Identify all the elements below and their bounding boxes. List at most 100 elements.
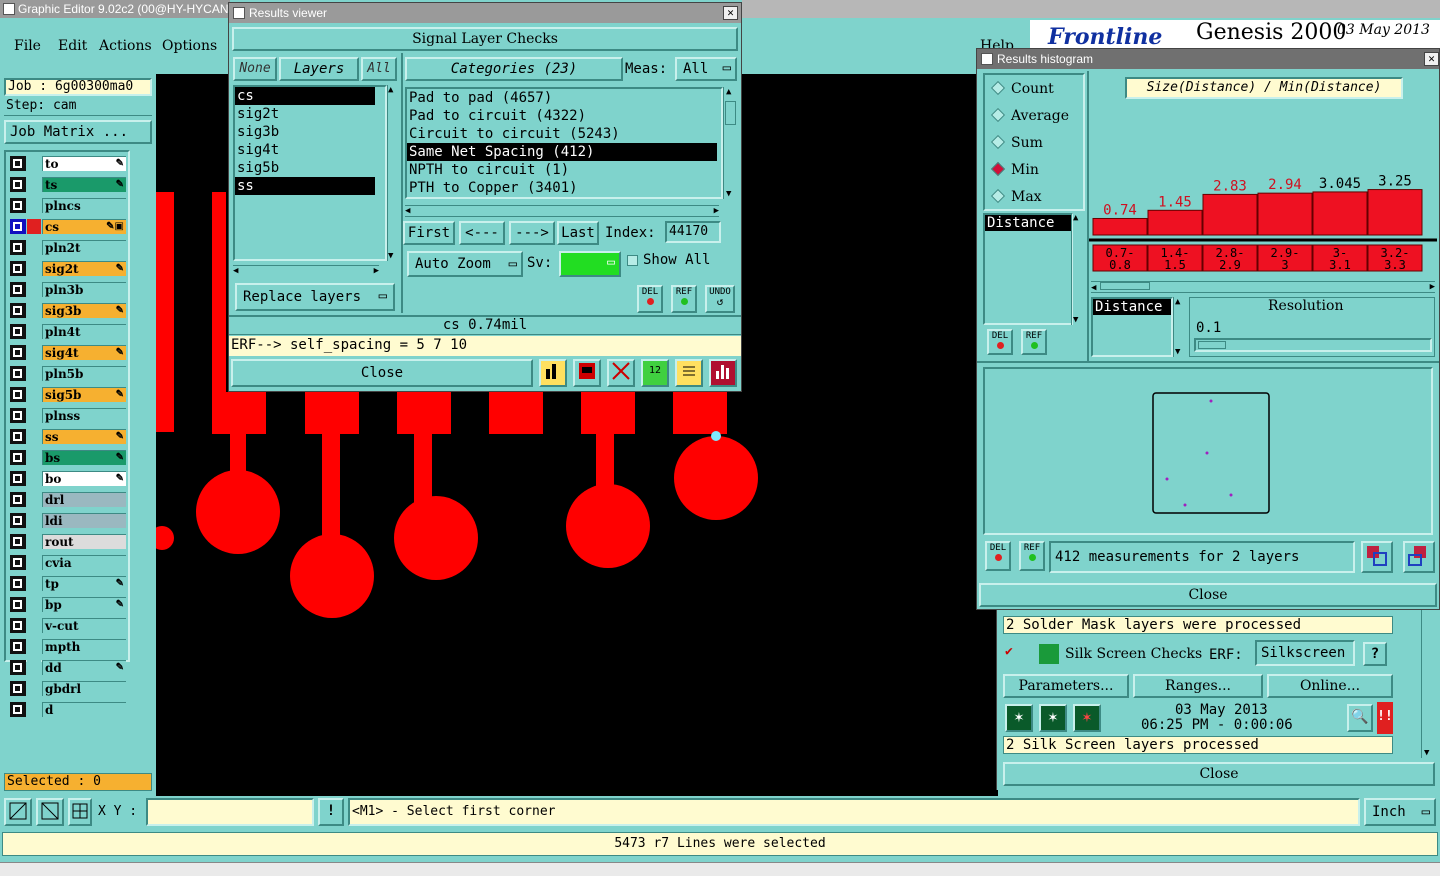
result-layer-item[interactable]: ss <box>235 177 375 195</box>
layer-row-sig4t[interactable]: sig4t ✎ <box>10 345 126 360</box>
histogram-ref-button[interactable]: REF <box>1021 329 1047 355</box>
layer-row-bo[interactable]: bo ✎ <box>10 471 126 486</box>
layer-row-plncs[interactable]: plncs <box>10 198 126 213</box>
layer-row-cvia[interactable]: cvia <box>10 555 126 570</box>
layer-checkbox[interactable] <box>10 156 26 171</box>
mode-radio-max[interactable]: Max <box>990 188 1042 205</box>
delete-results-button[interactable]: DEL <box>637 285 663 313</box>
alert-toggle-icon[interactable]: ! <box>318 798 344 826</box>
category-item[interactable]: NPTH to circuit (1) <box>407 161 721 179</box>
layer-row-ss[interactable]: ss ✎ <box>10 429 126 444</box>
mode-radio-average[interactable]: Average <box>990 107 1069 124</box>
run-stop-icon[interactable]: ✶ <box>1073 704 1101 732</box>
first-button[interactable]: First <box>403 221 455 245</box>
histogram-del-button[interactable]: DEL <box>987 329 1013 355</box>
mode-radio-sum[interactable]: Sum <box>990 134 1043 151</box>
layer-checkbox[interactable] <box>10 681 26 696</box>
measure-icon[interactable] <box>36 798 64 826</box>
none-button[interactable]: None <box>233 57 277 81</box>
resolution-slider[interactable] <box>1194 338 1432 352</box>
ranges-button[interactable]: Ranges... <box>1133 674 1263 698</box>
layer-row-sig2t[interactable]: sig2t ✎ <box>10 261 126 276</box>
category-item[interactable]: Circuit to circuit (5243) <box>407 125 721 143</box>
category-item[interactable]: PTH to Copper (3401) <box>407 179 721 197</box>
layer-checkbox[interactable] <box>10 303 26 318</box>
histogram-hscroll[interactable]: ◀ ▶ <box>1091 281 1435 293</box>
layer-row-pln4t[interactable]: pln4t <box>10 324 126 339</box>
layer-row-tp[interactable]: tp ✎ <box>10 576 126 591</box>
layer-checkbox[interactable] <box>10 597 26 612</box>
layer-checkbox[interactable] <box>10 534 26 549</box>
show-all-checkbox[interactable] <box>627 255 638 266</box>
categories-button[interactable]: Categories (23) <box>405 57 623 81</box>
alert-icon[interactable]: !! <box>1377 702 1393 734</box>
notes-icon[interactable] <box>675 359 703 387</box>
parameters-button[interactable]: Parameters... <box>1003 674 1129 698</box>
layer-checkbox[interactable] <box>10 639 26 654</box>
layer-row-ts[interactable]: ts ✎ <box>10 177 126 192</box>
units-dropdown[interactable]: Inch ▭ <box>1364 798 1436 826</box>
import-icon[interactable] <box>1403 541 1435 573</box>
prev-button[interactable]: <--- <box>459 221 505 245</box>
layer-row-plnss[interactable]: plnss <box>10 408 126 423</box>
grid-icon[interactable] <box>68 798 92 826</box>
layer-checkbox[interactable] <box>10 282 26 297</box>
category-vscroll[interactable]: ▲ ▼ <box>723 87 737 199</box>
param-list-vscroll[interactable]: ▲ ▼ <box>1071 213 1083 325</box>
layer-row-cs[interactable]: cs ✎▣ <box>10 219 126 234</box>
layer-checkbox[interactable] <box>10 471 26 486</box>
clear-icon[interactable] <box>607 359 635 387</box>
layer-checkbox[interactable] <box>10 261 26 276</box>
checklist-close-button[interactable]: Close <box>1003 762 1435 786</box>
layer-row-rout[interactable]: rout <box>10 534 126 549</box>
mode-radio-count[interactable]: Count <box>990 80 1054 97</box>
layer-checkbox[interactable] <box>10 240 26 255</box>
silk-check-toggle[interactable]: ✔ <box>1005 644 1019 659</box>
export-icon[interactable] <box>1361 541 1393 573</box>
histogram-close-icon[interactable]: ✕ <box>1424 52 1439 66</box>
category-hscroll[interactable]: ◀ ▶ <box>405 205 719 217</box>
layer-checkbox[interactable] <box>10 513 26 528</box>
erf-input[interactable]: Silkscreen <box>1255 640 1355 666</box>
layer-checkbox[interactable] <box>10 555 26 570</box>
bar-graph-icon[interactable] <box>539 359 567 387</box>
layer-list-hscroll[interactable]: ◀ ▶ <box>233 265 379 277</box>
param-list-item[interactable]: Distance <box>985 215 1071 231</box>
layer-checkbox[interactable] <box>10 219 26 234</box>
resolution-param-list[interactable]: Distance <box>1091 297 1173 357</box>
report-icon[interactable] <box>573 359 601 387</box>
layer-row-mpth[interactable]: mpth <box>10 639 126 654</box>
online-button[interactable]: Online... <box>1267 674 1393 698</box>
checklist-vscroll[interactable]: ▼ <box>1421 608 1435 758</box>
layer-row-ldi[interactable]: ldi <box>10 513 126 528</box>
results-viewer-close-icon[interactable]: ✕ <box>723 6 738 20</box>
layer-checkbox[interactable] <box>10 702 26 717</box>
category-item[interactable]: Pad to circuit (4322) <box>407 107 721 125</box>
run-check-icon[interactable]: ✶ <box>1005 704 1033 732</box>
layers-button[interactable]: Layers <box>279 57 359 81</box>
all-layers-button[interactable]: All <box>361 57 397 81</box>
result-layer-item[interactable]: sig5b <box>235 159 375 177</box>
layer-row-pln2t[interactable]: pln2t <box>10 240 126 255</box>
last-button[interactable]: Last <box>557 221 599 245</box>
layer-checkbox[interactable] <box>10 324 26 339</box>
layer-row-drl[interactable]: drl <box>10 492 126 507</box>
undo-button[interactable]: UNDO ↺ <box>705 285 735 313</box>
layer-checkbox[interactable] <box>10 198 26 213</box>
job-matrix-button[interactable]: Job Matrix ... <box>4 120 152 144</box>
layer-row-bp[interactable]: bp ✎ <box>10 597 126 612</box>
zoom-icon[interactable]: 🔍 <box>1347 704 1373 732</box>
layer-row-to[interactable]: to ✎ <box>10 156 126 171</box>
layer-checkbox[interactable] <box>10 366 26 381</box>
mode-radio-min[interactable]: Min <box>990 161 1039 178</box>
menu-edit[interactable]: Edit <box>58 38 87 54</box>
menu-file[interactable]: File <box>14 38 41 54</box>
sv-color-dropdown[interactable]: ▭ <box>559 251 621 277</box>
result-layer-item[interactable]: sig4t <box>235 141 375 159</box>
result-layer-item[interactable]: cs <box>235 87 375 105</box>
run-all-icon[interactable]: ✶ <box>1039 704 1067 732</box>
meas-dropdown[interactable]: All ▭ <box>675 57 737 81</box>
category-list[interactable]: Pad to pad (4657) Pad to circuit (4322) Ci… <box>405 87 723 199</box>
index-input[interactable]: 44170 <box>665 221 721 243</box>
layer-checkbox[interactable] <box>10 492 26 507</box>
